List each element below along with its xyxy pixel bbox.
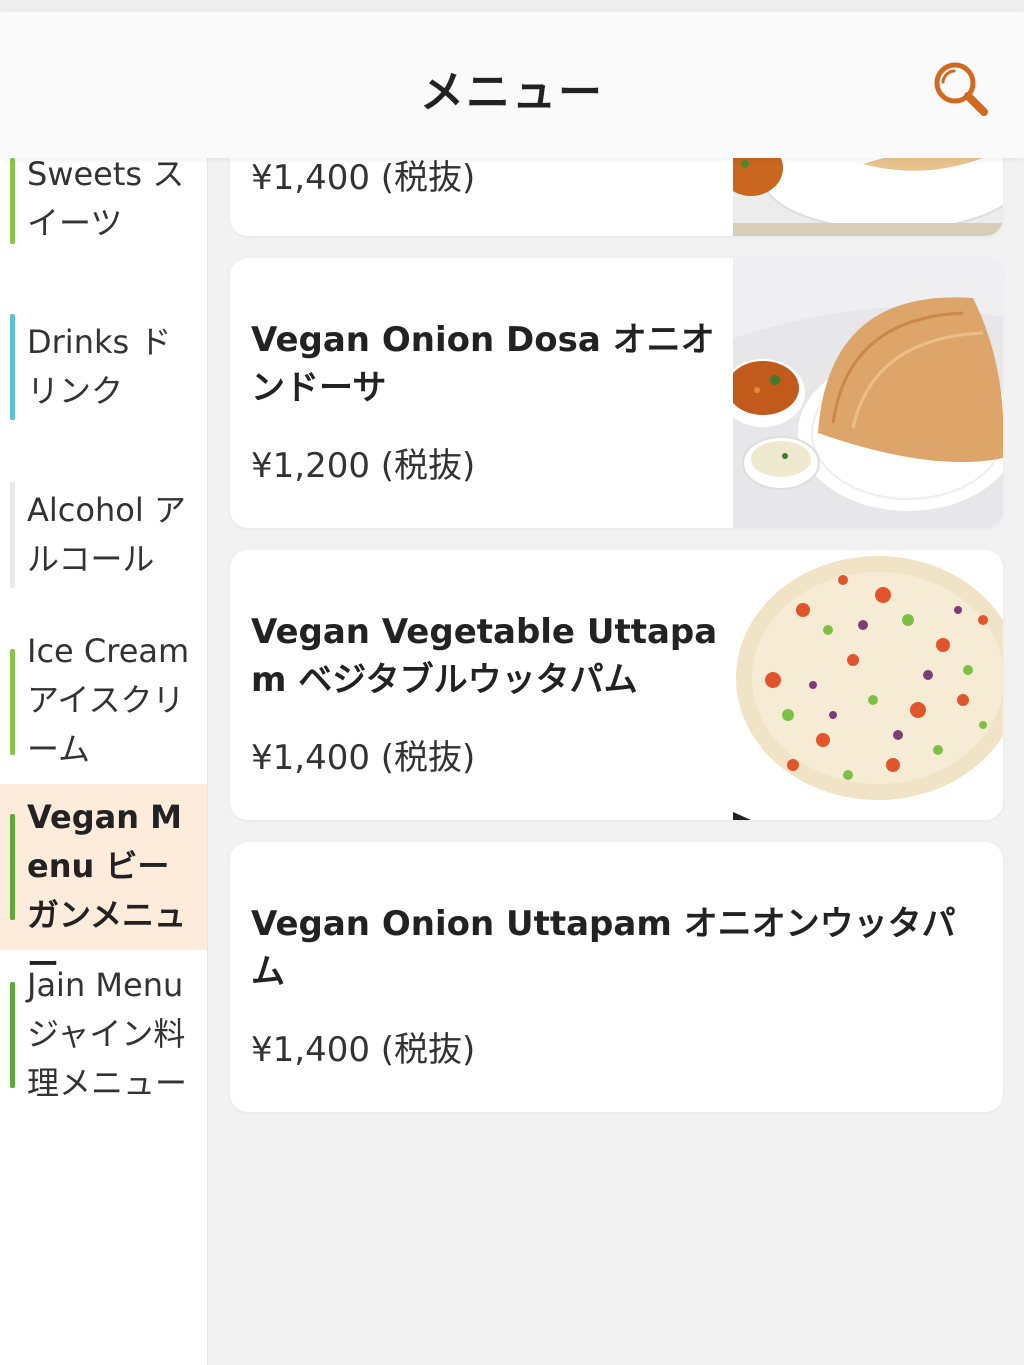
item-price: ¥1,200 (税抜): [251, 446, 476, 486]
item-price: ¥1,400 (税抜): [251, 158, 476, 198]
sidebar-item-vegan-menu[interactable]: Vegan Menu ビーガンメニュー: [0, 784, 207, 983]
category-color-bar: [10, 649, 15, 755]
category-color-bar: [10, 982, 15, 1088]
category-color-bar: [10, 482, 15, 588]
dosa-plate-photo: [733, 158, 1003, 236]
page-title: メニュー: [420, 67, 604, 118]
category-color-bar: [10, 314, 15, 420]
sidebar-item-label: Ice Cream アイスクリーム: [27, 632, 190, 768]
menu-list: ¥1,400 (税抜) Vegan Onion Dosa オニオンドーサ ¥1,…: [209, 158, 1024, 1365]
app-header: メニュー: [0, 12, 1024, 158]
menu-item-card[interactable]: Vegan Onion Uttapam オニオンウッタパム ¥1,400 (税抜…: [230, 842, 1003, 1112]
item-name: Vegan Vegetable Uttapam ベジタブルウッタパム: [251, 612, 718, 700]
menu-item-card[interactable]: Vegan Vegetable Uttapam ベジタブルウッタパム ¥1,40…: [230, 550, 1003, 820]
sidebar-item-sweets[interactable]: Sweets スイーツ: [0, 158, 207, 260]
item-name: Vegan Onion Dosa オニオンドーサ: [251, 320, 715, 408]
category-color-bar: [10, 158, 15, 244]
item-name: Vegan Onion Uttapam オニオンウッタパム: [251, 904, 956, 992]
sidebar-item-label: Alcohol アルコール: [27, 491, 186, 578]
category-sidebar: Sweets スイーツ Drinks ドリンク Alcohol アルコール Ic…: [0, 158, 208, 1365]
sidebar-item-label: Jain Menu ジャイン料理メニュー: [27, 966, 188, 1102]
onion-dosa-photo: [733, 258, 1003, 528]
sidebar-item-alcohol[interactable]: Alcohol アルコール: [0, 478, 207, 598]
menu-item-card[interactable]: Vegan Onion Dosa オニオンドーサ ¥1,200 (税抜): [230, 258, 1003, 528]
status-strip: [0, 0, 1024, 12]
item-price: ¥1,400 (税抜): [251, 1030, 476, 1070]
item-price: ¥1,400 (税抜): [251, 738, 476, 778]
vegetable-uttapam-photo: [733, 550, 1003, 820]
category-color-bar: [10, 814, 15, 920]
search-icon[interactable]: [930, 58, 992, 120]
sidebar-item-label: Drinks ドリンク: [27, 323, 172, 410]
menu-item-card[interactable]: ¥1,400 (税抜): [230, 158, 1003, 236]
sidebar-item-label: Sweets スイーツ: [27, 158, 185, 242]
sidebar-item-drinks[interactable]: Drinks ドリンク: [0, 308, 207, 428]
sidebar-item-jain-menu[interactable]: Jain Menu ジャイン料理メニュー: [0, 958, 207, 1118]
sidebar-item-ice-cream[interactable]: Ice Cream アイスクリーム: [0, 623, 207, 783]
